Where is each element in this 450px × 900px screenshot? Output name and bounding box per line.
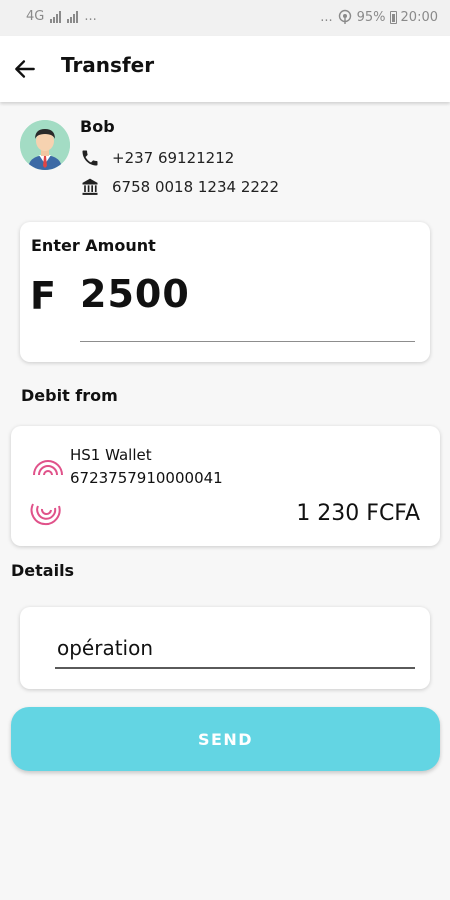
battery-percent: 95% (356, 9, 386, 25)
wallet-balance: 1 230 FCFA (296, 501, 420, 526)
recipient-name: Bob (80, 117, 115, 136)
wallet-name: HS1 Wallet (70, 446, 152, 464)
clock: 20:00 (400, 9, 438, 25)
amount-card: Enter Amount F 2500 (20, 222, 430, 362)
recipient-account: 6758 0018 1234 2222 (112, 178, 279, 196)
recipient-account-row: 6758 0018 1234 2222 (80, 176, 279, 198)
network-label: 4G (26, 9, 45, 24)
wallet-card[interactable]: HS1 Wallet 6723757910000041 1 230 FCFA (11, 426, 440, 546)
signal-icon (50, 10, 62, 23)
amount-input[interactable]: 2500 (80, 272, 190, 316)
details-input[interactable] (55, 629, 415, 669)
phone-icon (82, 150, 98, 166)
bank-icon (82, 178, 98, 195)
wallet-number: 6723757910000041 (70, 469, 223, 487)
status-dots-left: ... (84, 9, 97, 24)
avatar (20, 120, 70, 170)
currency-symbol: F (30, 274, 56, 318)
debit-from-label: Debit from (21, 386, 118, 405)
battery-icon (389, 10, 397, 24)
recipient-phone: +237 69121212 (112, 149, 235, 167)
signal-icon-2 (67, 10, 79, 23)
amount-underline (80, 341, 415, 342)
app-bar: Transfer (0, 36, 450, 102)
wallet-logo-icon (33, 460, 63, 476)
recipient-phone-row: +237 69121212 (80, 147, 234, 169)
status-bar: 4G ... ... 95% 20:00 (0, 0, 450, 36)
details-card (20, 607, 430, 689)
wallet-logo-bottom-icon (30, 503, 61, 526)
arrow-left-icon[interactable] (12, 56, 38, 82)
hotspot-icon (338, 9, 351, 24)
page-title: Transfer (61, 53, 155, 77)
status-dots-right: ... (320, 9, 333, 25)
recipient-info: Bob +237 69121212 6758 0018 1234 2222 (20, 116, 440, 202)
details-label: Details (11, 561, 75, 580)
send-button[interactable]: SEND (11, 707, 440, 771)
amount-label: Enter Amount (31, 236, 156, 255)
